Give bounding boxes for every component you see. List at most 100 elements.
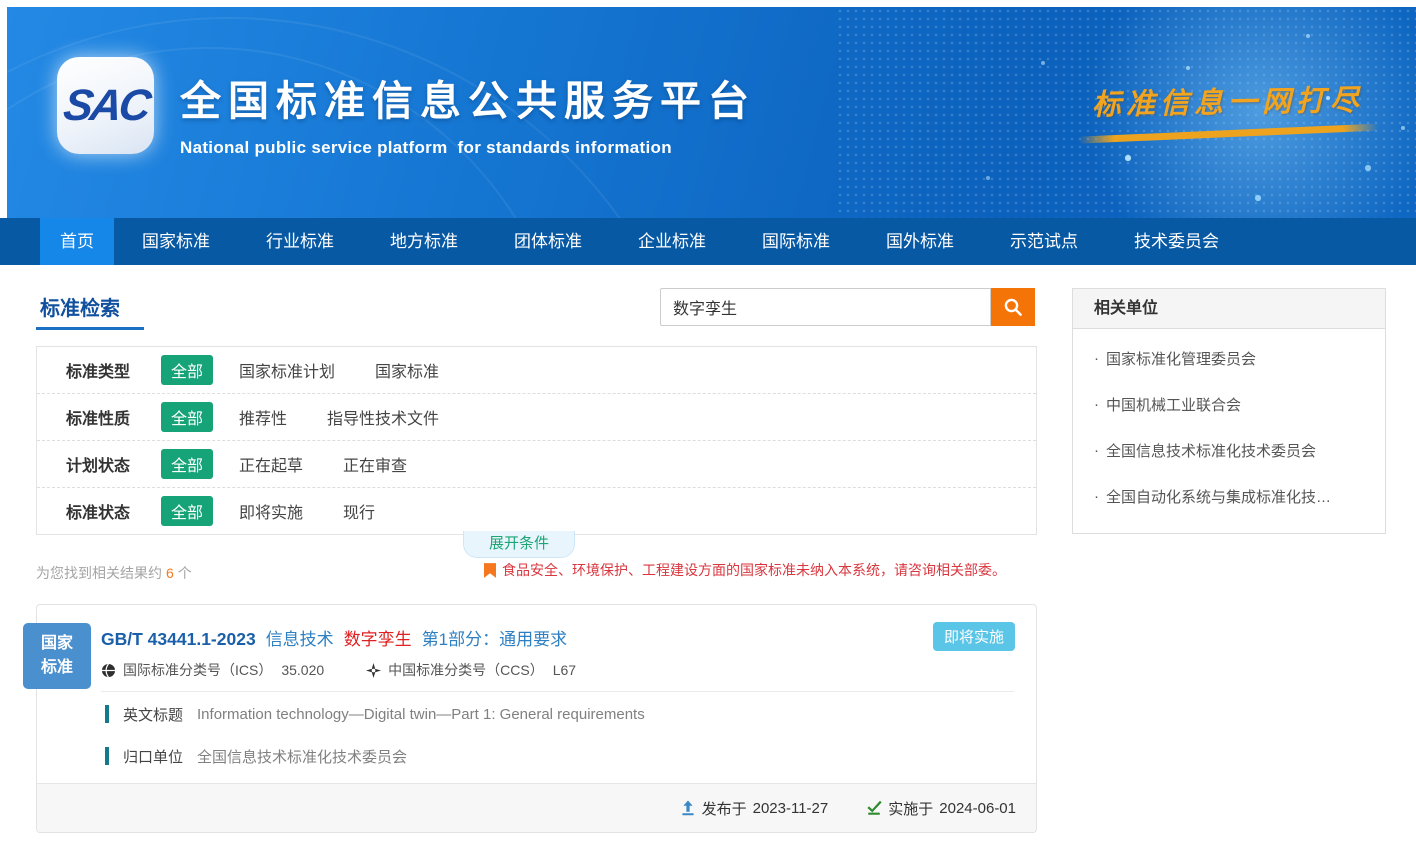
expand-conditions-button[interactable]: 展开条件	[463, 531, 575, 558]
filter-row: 标准性质全部 推荐性 指导性技术文件	[37, 393, 1036, 440]
search-icon	[1003, 297, 1023, 317]
detail-row: 英文标题Information technology—Digital twin—…	[105, 693, 1014, 735]
detail-value: Information technology—Digital twin—Part…	[197, 706, 645, 723]
filter-option[interactable]: 现行	[343, 499, 375, 523]
result-count-prefix: 为您找到相关结果约	[36, 565, 162, 581]
classification-value: L67	[553, 662, 576, 678]
nav-tab-0[interactable]: 首页	[40, 218, 114, 265]
related-units-panel: 相关单位 国家标准化管理委员会中国机械工业联合会全国信息技术标准化技术委员会全国…	[1072, 288, 1386, 534]
system-notice-text: 食品安全、环境保护、工程建设方面的国家标准未纳入本系统，请咨询相关部委。	[502, 560, 1006, 580]
filter-option[interactable]: 国家标准计划	[239, 358, 335, 382]
nav-tab-1[interactable]: 国家标准	[114, 218, 238, 265]
standard-title-segment[interactable]: 第1部分：通用要求	[422, 625, 567, 650]
filter-row: 标准状态全部 即将实施 现行	[37, 487, 1036, 534]
implement-icon	[866, 800, 882, 816]
main-content: 标准检索 标准类型全部国家标准计划国家标准标准性质全部推荐性指导性技术文件计划状…	[0, 265, 1416, 845]
nav-tab-6[interactable]: 国际标准	[734, 218, 858, 265]
nav-tab-9[interactable]: 技术委员会	[1106, 218, 1247, 265]
nav-tab-label[interactable]: 示范试点	[982, 218, 1106, 265]
related-unit-link[interactable]: 中国机械工业联合会	[1094, 381, 1369, 427]
filter-label: 标准类型	[66, 358, 161, 382]
filter-option[interactable]: 正在审查	[343, 452, 407, 476]
filter-option[interactable]: 国家标准	[375, 358, 439, 382]
standard-type-badge: 国家 标准	[23, 623, 91, 689]
filter-option[interactable]: 正在起草	[239, 452, 303, 476]
site-subtitle: National public service platform for sta…	[180, 138, 756, 158]
related-unit-link[interactable]: 全国自动化系统与集成标准化技…	[1094, 473, 1369, 519]
filter-option[interactable]: 即将实施	[239, 499, 303, 523]
type-badge-line: 标准	[41, 656, 73, 680]
nav-tab-4[interactable]: 团体标准	[486, 218, 610, 265]
filter-option[interactable]: 指导性技术文件	[327, 405, 439, 429]
related-unit-link[interactable]: 全国信息技术标准化技术委员会	[1094, 427, 1369, 473]
nav-tab-label[interactable]: 国家标准	[114, 218, 238, 265]
result-count-number: 6	[166, 565, 174, 581]
related-units-title: 相关单位	[1073, 289, 1385, 329]
nav-tab-8[interactable]: 示范试点	[982, 218, 1106, 265]
card-detail-rows: 英文标题Information technology—Digital twin—…	[105, 693, 1014, 777]
filter-label: 标准性质	[66, 405, 161, 429]
standard-title-segments: 信息技术数字孪生第1部分：通用要求	[266, 625, 567, 650]
banner-slogan-text: 标准信息一网打尽	[1092, 77, 1379, 124]
filter-options: 国家标准计划 国家标准	[239, 358, 439, 382]
related-unit-link[interactable]: 国家标准化管理委员会	[1094, 335, 1369, 381]
filter-selected-badge[interactable]: 全部	[161, 402, 213, 432]
filter-row: 标准类型全部 国家标准计划 国家标准	[37, 347, 1036, 393]
classification-item: 中国标准分类号（CCS） L67	[366, 660, 576, 680]
globe-icon	[101, 663, 116, 678]
glow-dots-decoration	[7, 7, 9, 9]
nav-tab-label[interactable]: 企业标准	[610, 218, 734, 265]
section-title-underline	[36, 327, 144, 330]
nav-tab-5[interactable]: 企业标准	[610, 218, 734, 265]
sac-logo[interactable]: SAC	[57, 57, 154, 154]
standard-title-segment[interactable]: 信息技术	[266, 625, 334, 650]
nav-tab-label[interactable]: 国际标准	[734, 218, 858, 265]
row-accent-bar	[105, 705, 109, 723]
publish-icon	[680, 800, 696, 816]
filter-selected-badge[interactable]: 全部	[161, 449, 213, 479]
detail-label: 归口单位	[123, 746, 183, 767]
classification-value: 35.020	[281, 662, 324, 678]
search-input[interactable]	[660, 288, 991, 326]
card-footer: 发布于 2023-11-27 实施于2024-06-01	[37, 783, 1036, 832]
detail-row: 归口单位全国信息技术标准化技术委员会	[105, 735, 1014, 777]
card-divider	[101, 691, 1014, 692]
main-nav: 首页国家标准行业标准地方标准团体标准企业标准国际标准国外标准示范试点技术委员会	[0, 218, 1416, 265]
standard-code-link[interactable]: GB/T 43441.1-2023	[101, 629, 256, 650]
site-titles: 全国标准信息公共服务平台 National public service pla…	[180, 67, 756, 158]
nav-tab-label[interactable]: 地方标准	[362, 218, 486, 265]
bookmark-icon	[484, 563, 496, 578]
nav-tab-7[interactable]: 国外标准	[858, 218, 982, 265]
type-badge-line: 国家	[41, 632, 73, 656]
date-item: 发布于 2023-11-27	[680, 798, 829, 819]
classification-row: 国际标准分类号（ICS） 35.020 中国标准分类号（CCS） L67	[101, 660, 576, 680]
date-item: 实施于2024-06-01	[866, 798, 1016, 819]
filter-selected-badge[interactable]: 全部	[161, 355, 213, 385]
date-value: 2023-11-27	[753, 800, 829, 817]
result-count-suffix: 个	[178, 565, 192, 581]
standard-title-highlight[interactable]: 数字孪生	[344, 625, 412, 650]
filter-selected-badge[interactable]: 全部	[161, 496, 213, 526]
classification-label: 国际标准分类号（ICS）	[123, 660, 272, 680]
filter-options: 即将实施 现行	[239, 499, 375, 523]
filter-row: 计划状态全部正在起草正在审查	[37, 440, 1036, 487]
nav-tab-label[interactable]: 行业标准	[238, 218, 362, 265]
system-notice: 食品安全、环境保护、工程建设方面的国家标准未纳入本系统，请咨询相关部委。	[484, 560, 1006, 580]
filter-options: 正在起草 正在审查	[239, 452, 407, 476]
classification-label: 中国标准分类号（CCS）	[388, 660, 544, 680]
search-button[interactable]	[991, 288, 1035, 326]
filter-option[interactable]: 推荐性	[239, 405, 287, 429]
nav-tab-2[interactable]: 行业标准	[238, 218, 362, 265]
date-label: 发布于	[702, 798, 747, 819]
filter-label: 标准状态	[66, 499, 161, 523]
nav-tab-label[interactable]: 首页	[40, 218, 114, 265]
sac-logo-text: SAC	[60, 81, 151, 131]
nav-tab-label[interactable]: 技术委员会	[1106, 218, 1247, 265]
nav-tab-label[interactable]: 国外标准	[858, 218, 982, 265]
nav-tab-3[interactable]: 地方标准	[362, 218, 486, 265]
site-banner: SAC 全国标准信息公共服务平台 National public service…	[7, 7, 1416, 218]
classification-item: 国际标准分类号（ICS） 35.020	[101, 660, 324, 680]
standard-title: GB/T 43441.1-2023 信息技术数字孪生第1部分：通用要求	[101, 625, 567, 650]
nav-tab-label[interactable]: 团体标准	[486, 218, 610, 265]
date-label: 实施于	[888, 798, 933, 819]
